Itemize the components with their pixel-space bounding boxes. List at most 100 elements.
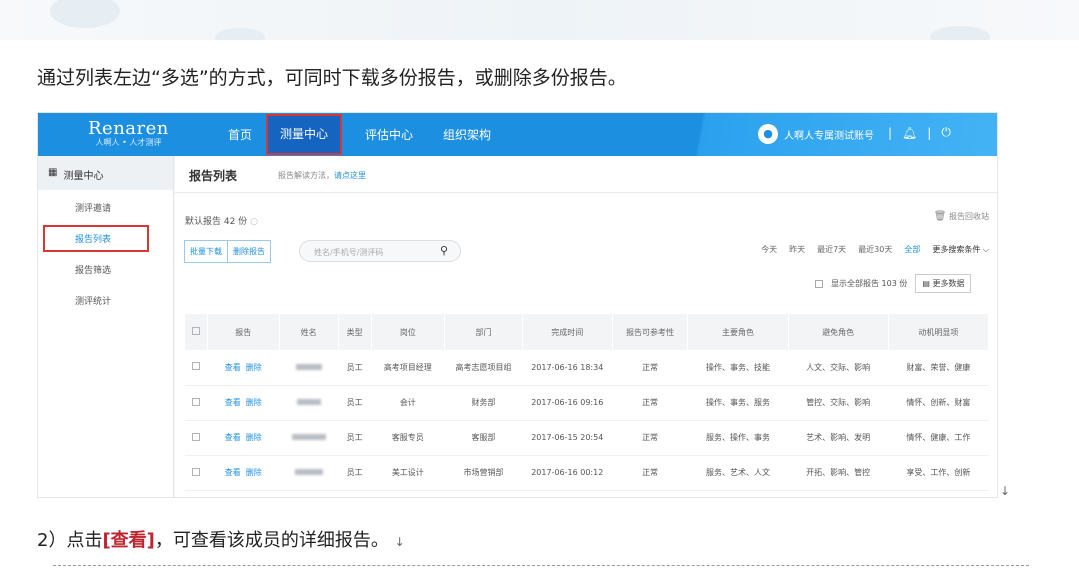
view-link[interactable]: 查看: [225, 433, 241, 442]
filter-7days[interactable]: 最近7天: [817, 244, 846, 255]
brand-name: Renaren: [88, 118, 169, 139]
view-link[interactable]: 查看: [225, 398, 241, 407]
navbar-icons: | 🔔︎ | ⏻: [888, 125, 951, 140]
decorative-cloud: [50, 0, 120, 28]
sidebar-menu-icon: ▦: [48, 167, 58, 178]
reliability-cell: 正常: [612, 455, 688, 491]
step2-emphasis: [查看]: [102, 530, 155, 551]
delete-link[interactable]: 删除: [246, 468, 262, 477]
delete-link[interactable]: 删除: [246, 363, 262, 372]
table-header-row: 报告 姓名 类型 岗位 部门 完成时间 报告可参考性 主要角色 避免角色 动机明…: [185, 314, 990, 350]
type-cell: 员工: [338, 455, 372, 491]
divider: [175, 192, 997, 193]
col-main-role: 主要角色: [687, 314, 789, 350]
chevron-down-icon: ⌵: [982, 245, 989, 254]
department-cell: 财务部: [444, 385, 523, 421]
sidebar-header[interactable]: ▦ 测量中心: [38, 156, 173, 190]
blurred-name: [294, 469, 323, 475]
recycle-label: 报告回收站: [949, 212, 989, 221]
delete-link[interactable]: 删除: [246, 433, 262, 442]
time-cell: 2017-06-16 00:12: [522, 455, 613, 491]
table-row[interactable]: 查看 删除 员工 高考项目经理 高考志愿项目组 2017-06-16 18:34…: [185, 350, 989, 386]
highlight-box: [43, 225, 149, 252]
batch-download-button[interactable]: 批量下载: [184, 240, 228, 263]
date-filters: 今天 昨天 最近7天 最近30天 全部 更多搜索条件 ⌵: [761, 244, 989, 255]
more-filters-dropdown[interactable]: 更多搜索条件 ⌵: [932, 244, 989, 255]
type-cell: 员工: [338, 350, 372, 386]
paragraph-mark: ↓: [1000, 484, 1011, 498]
filter-all[interactable]: 全部: [904, 244, 920, 255]
decorative-cloud: [930, 26, 990, 40]
search-placeholder: 姓名/手机号/测评码: [314, 248, 384, 257]
avoid-role-cell: 人文、交际、影响: [788, 350, 889, 386]
filter-30days[interactable]: 最近30天: [858, 244, 892, 255]
sidebar-item-report-filter[interactable]: 报告筛选: [75, 263, 111, 276]
filter-yesterday[interactable]: 昨天: [789, 244, 805, 255]
nav-item-measure-center[interactable]: 测量中心: [266, 114, 342, 155]
sidebar: ▦ 测量中心 测评邀请 报告列表 报告筛选 测评统计: [38, 156, 174, 497]
position-cell: 会计: [371, 385, 445, 421]
hint-link[interactable]: 请点这里: [334, 171, 366, 180]
nav-item-home[interactable]: 首页: [228, 126, 252, 143]
row-select-cell: [185, 350, 208, 386]
time-cell: 2017-06-16 09:16: [522, 385, 613, 421]
step2-paragraph: 2）点击[查看]，可查看该成员的详细报告。 ↓: [37, 526, 405, 552]
col-type: 类型: [338, 314, 372, 350]
row-checkbox[interactable]: [192, 397, 201, 406]
table-row[interactable]: 查看 删除 员工 客服专员 客服部 2017-06-15 20:54 正常 服务…: [185, 420, 989, 456]
nav-item-evaluation-center[interactable]: 评估中心: [365, 126, 413, 143]
department-cell: 客服部: [444, 420, 523, 456]
sidebar-item-invite[interactable]: 测评邀请: [75, 201, 111, 214]
row-actions: 查看 删除: [207, 350, 280, 386]
view-link[interactable]: 查看: [225, 468, 241, 477]
time-cell: 2017-06-16 18:34: [522, 350, 613, 386]
delete-report-button[interactable]: 删除报告: [228, 240, 271, 263]
row-actions: 查看 删除: [207, 385, 280, 421]
user-menu[interactable]: ● 人啊人专属测试账号: [758, 124, 874, 144]
row-checkbox[interactable]: [192, 362, 201, 371]
row-checkbox[interactable]: [192, 432, 201, 441]
delete-link[interactable]: 删除: [246, 398, 262, 407]
main-role-cell: 服务、操作、事务: [687, 420, 789, 456]
separator: |: [927, 125, 932, 140]
select-all-checkbox[interactable]: [191, 327, 200, 335]
trash-icon: 🗑︎: [933, 211, 947, 222]
report-count: 默认报告 42 份 ○: [185, 214, 258, 227]
report-table: 报告 姓名 类型 岗位 部门 完成时间 报告可参考性 主要角色 避免角色 动机明…: [185, 314, 990, 491]
name-cell: [279, 350, 339, 386]
power-icon[interactable]: ⏻: [941, 125, 951, 140]
separator: |: [888, 125, 893, 140]
document-icon: ▤: [922, 279, 930, 288]
sidebar-item-statistics[interactable]: 测评统计: [75, 294, 111, 307]
motive-cell: 情怀、创新、财富: [888, 385, 989, 421]
show-all-checkbox[interactable]: [815, 279, 823, 288]
page-hint: 报告解读方法，请点这里: [278, 170, 366, 181]
table-row[interactable]: 查看 删除 员工 美工设计 市场营销部 2017-06-16 00:12 正常 …: [185, 455, 989, 491]
blurred-name: [291, 434, 326, 440]
recycle-bin-link[interactable]: 🗑︎ 报告回收站: [934, 211, 989, 222]
more-data-button[interactable]: ▤ 更多数据: [915, 274, 972, 293]
row-actions: 查看 删除: [207, 420, 280, 456]
select-all-cell: [185, 314, 208, 350]
view-link[interactable]: 查看: [225, 363, 241, 372]
bell-icon[interactable]: 🔔︎: [902, 126, 917, 140]
search-icon[interactable]: ⚲: [440, 244, 448, 257]
col-finish-time: 完成时间: [522, 314, 613, 350]
reliability-cell: 正常: [612, 420, 688, 456]
avoid-role-cell: 开拓、影响、管控: [788, 455, 889, 491]
col-report: 报告: [207, 314, 280, 350]
row-checkbox[interactable]: [192, 467, 201, 476]
decorative-cloud: [215, 28, 265, 40]
row-select-cell: [185, 455, 208, 491]
time-cell: 2017-06-15 20:54: [522, 420, 613, 456]
show-all-label: 显示全部报告 103 份: [831, 279, 908, 288]
main-role-cell: 服务、艺术、人文: [687, 455, 789, 491]
position-cell: 客服专员: [371, 420, 445, 456]
reliability-cell: 正常: [612, 350, 688, 386]
brand-logo[interactable]: Renaren 人啊人 • 人才测评: [88, 118, 169, 148]
avoid-role-cell: 艺术、影响、发明: [788, 420, 889, 456]
search-input[interactable]: 姓名/手机号/测评码 ⚲: [299, 240, 461, 262]
table-row[interactable]: 查看 删除 员工 会计 财务部 2017-06-16 09:16 正常 操作、事…: [185, 385, 989, 421]
filter-today[interactable]: 今天: [761, 244, 777, 255]
nav-item-organization[interactable]: 组织架构: [443, 126, 491, 143]
